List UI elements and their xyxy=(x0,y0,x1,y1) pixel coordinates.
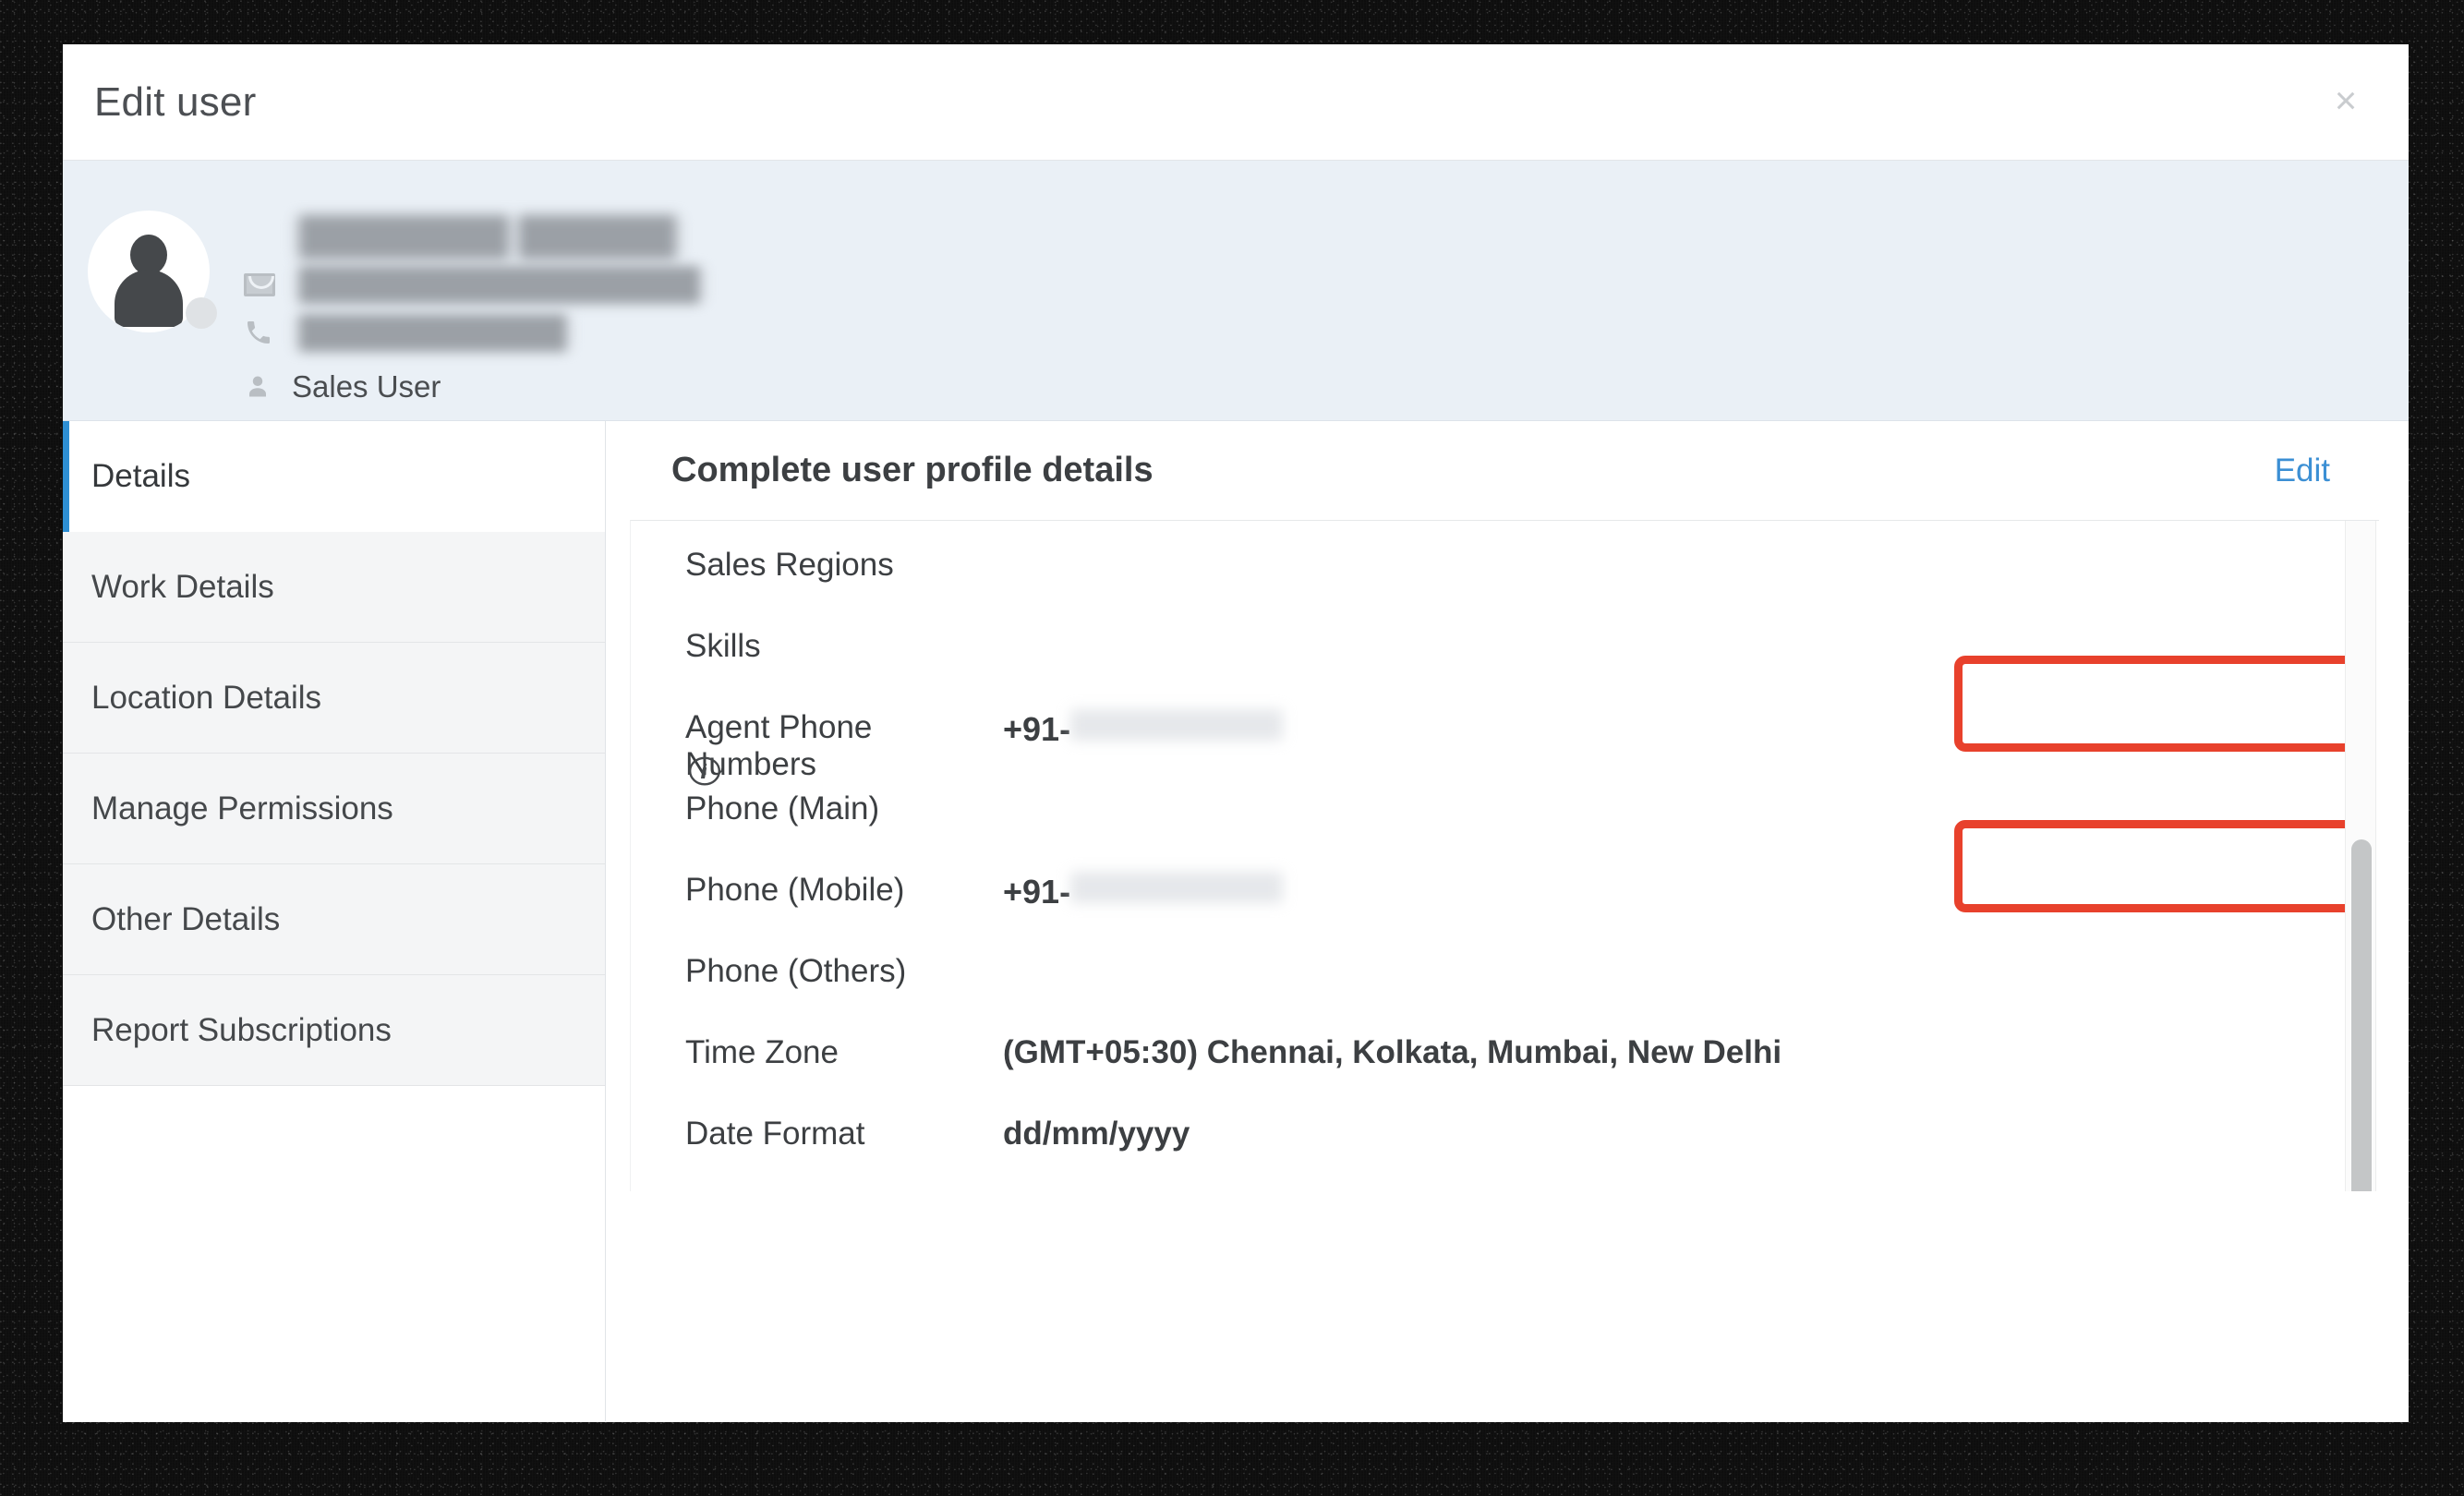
sidebar-item-label: Other Details xyxy=(91,900,281,937)
content-header: Complete user profile details Edit xyxy=(607,421,2409,520)
field-value: +91- xyxy=(1003,820,2368,912)
user-phone-redacted: ████████████ xyxy=(292,314,574,350)
dialog-title-bar: Edit user × xyxy=(63,44,2409,161)
field-row-date-format: Date Format dd/mm/yyyy xyxy=(631,1090,2379,1171)
person-avatar-icon xyxy=(112,235,186,327)
field-value: (GMT+05:30) Chennai, Kolkata, Mumbai, Ne… xyxy=(1003,1034,1782,1070)
user-summary-header: ████████ ██████ ██████████████████ █████… xyxy=(63,161,2409,421)
name-icon-spacer xyxy=(244,222,281,251)
field-label: Phone (Main) xyxy=(685,790,880,826)
field-row-phone-mobile: Phone (Mobile) +91- xyxy=(631,820,2379,927)
page-title: Edit user xyxy=(94,79,257,125)
field-label: Phone (Others) xyxy=(685,953,907,989)
agent-phone-digits-redacted xyxy=(1070,709,1284,741)
sidebar-empty-area xyxy=(63,1086,605,1421)
user-email-row: ██████████████████ xyxy=(244,260,1075,308)
field-row-agent-phone-numbers: Agent Phone Numbers +91- xyxy=(631,656,2379,786)
user-phone-row: ████████████ xyxy=(244,308,1075,356)
sidebar-item-label: Location Details xyxy=(91,679,322,716)
field-label: Sales Regions xyxy=(685,547,894,583)
sidebar-item-details[interactable]: Details xyxy=(63,421,605,532)
agent-phone-value: +91- xyxy=(1003,709,1284,749)
sidebar-item-label: Details xyxy=(91,458,190,494)
field-row-sales-regions: Sales Regions xyxy=(631,521,2379,602)
user-role-label: Sales User xyxy=(292,369,441,404)
field-row-phone-others: Phone (Others) xyxy=(631,927,2379,1008)
user-role-row: Sales User xyxy=(244,369,1075,404)
field-row-phone-main: Phone (Main) xyxy=(631,765,2379,846)
field-value: +91- xyxy=(1003,656,2368,752)
screenshot-root: Edit user × ████████ ██████ ████████████… xyxy=(0,0,2464,1496)
envelope-icon xyxy=(244,270,281,299)
edit-user-dialog: Edit user × ████████ ██████ ████████████… xyxy=(63,44,2409,1422)
content-title: Complete user profile details xyxy=(671,451,1153,489)
person-icon xyxy=(244,372,281,402)
mobile-phone-prefix: +91- xyxy=(1003,873,1071,911)
field-label: Phone (Mobile) xyxy=(685,872,905,908)
sidebar-item-location-details[interactable]: Location Details xyxy=(63,643,605,754)
content-panel: Complete user profile details Edit Sales… xyxy=(607,421,2409,1421)
field-row-time-zone: Time Zone (GMT+05:30) Chennai, Kolkata, … xyxy=(631,1008,2379,1090)
close-icon[interactable]: × xyxy=(2324,79,2368,124)
sidebar-item-label: Work Details xyxy=(91,568,274,605)
user-name-redacted: ████████ ██████ xyxy=(292,215,683,257)
sidebar-item-other-details[interactable]: Other Details xyxy=(63,864,605,975)
mobile-phone-digits-redacted xyxy=(1070,872,1284,903)
dialog-body: Details Work Details Location Details Ma… xyxy=(63,421,2409,1421)
field-row-skills: Skills xyxy=(631,602,2379,683)
sidebar-item-work-details[interactable]: Work Details xyxy=(63,532,605,643)
profile-fields-panel: Sales Regions Skills Agent Phone Numbers xyxy=(630,520,2379,1191)
content-scrollbar-track[interactable] xyxy=(2345,521,2376,1191)
edit-link[interactable]: Edit xyxy=(2275,452,2330,489)
sidebar-item-report-subscriptions[interactable]: Report Subscriptions xyxy=(63,975,605,1086)
phone-icon xyxy=(244,318,281,347)
field-label: Skills xyxy=(685,628,761,664)
field-value: dd/mm/yyyy xyxy=(1003,1116,1190,1152)
sidebar-item-label: Manage Permissions xyxy=(91,790,393,826)
field-label: Date Format xyxy=(685,1116,865,1152)
agent-phone-prefix: +91- xyxy=(1003,710,1071,748)
avatar xyxy=(88,211,217,332)
user-info-list: ████████ ██████ ██████████████████ █████… xyxy=(244,212,1075,404)
content-scrollbar-thumb[interactable] xyxy=(2351,839,2372,1191)
field-label: Time Zone xyxy=(685,1034,839,1070)
sidebar-item-manage-permissions[interactable]: Manage Permissions xyxy=(63,754,605,864)
mobile-phone-value: +91- xyxy=(1003,872,1284,911)
sidebar: Details Work Details Location Details Ma… xyxy=(63,421,606,1421)
user-email-redacted: ██████████████████ xyxy=(292,266,707,302)
avatar-status-dot xyxy=(186,297,217,329)
sidebar-item-label: Report Subscriptions xyxy=(91,1011,392,1048)
user-name-row: ████████ ██████ xyxy=(244,212,1075,260)
